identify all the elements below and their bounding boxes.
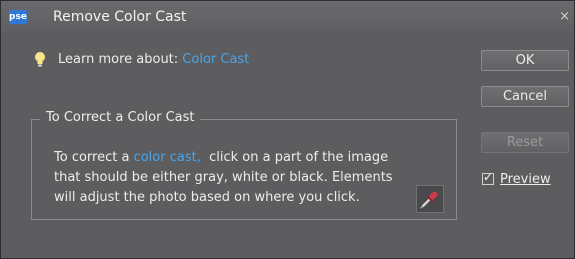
close-icon[interactable]: ×: [559, 9, 570, 24]
instructions-text: To correct a color cast, click on a part…: [54, 148, 409, 208]
instructions-line1-suffix: click on a part of the image: [200, 150, 389, 165]
instructions-line1-prefix: To correct a: [54, 150, 134, 165]
instructions-line2: that should be either gray, white or bla…: [54, 170, 393, 185]
remove-color-cast-dialog: pse Remove Color Cast × Learn more about…: [0, 0, 575, 259]
title-bar: pse Remove Color Cast ×: [1, 1, 574, 32]
color-cast-glossary-link[interactable]: color cast,: [134, 150, 201, 165]
learn-more-label: Learn more about:: [58, 52, 183, 67]
eyedropper-tool[interactable]: [416, 185, 444, 213]
cancel-button[interactable]: Cancel: [481, 86, 569, 107]
preview-label: Preview: [500, 172, 551, 187]
learn-more-row: Learn more about: Color Cast: [35, 52, 249, 67]
group-legend: To Correct a Color Cast: [40, 110, 201, 125]
lightbulb-icon: [35, 52, 45, 67]
color-cast-help-link[interactable]: Color Cast: [182, 52, 249, 67]
instructions-line3: will adjust the photo based on where you…: [54, 190, 360, 205]
reset-button[interactable]: Reset: [481, 132, 569, 153]
instructions-group: To Correct a Color Cast To correct a col…: [31, 110, 457, 220]
ok-button[interactable]: OK: [481, 50, 569, 71]
dialog-title: Remove Color Cast: [53, 9, 187, 25]
app-icon: pse: [9, 10, 27, 24]
preview-checkbox[interactable]: Preview: [482, 170, 551, 187]
eyedropper-icon: [420, 191, 438, 209]
checkmark-icon: [482, 170, 494, 185]
